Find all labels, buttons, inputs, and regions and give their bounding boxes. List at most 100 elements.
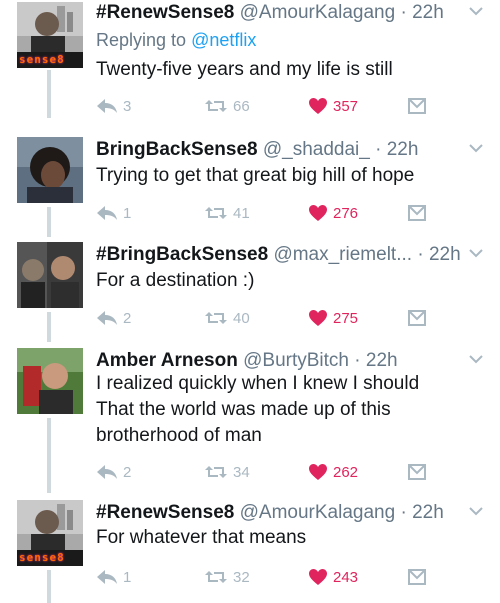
tweet-header: #RenewSense8 @AmourKalagang · 22h — [96, 502, 460, 524]
retweet-count: 34 — [233, 463, 250, 481]
handle[interactable]: @_shaddai_ — [263, 139, 370, 160]
tweet-5[interactable]: sense8 #RenewSense8 @AmourKalagang · 22h… — [0, 500, 500, 603]
avatar[interactable] — [17, 242, 83, 308]
chevron-down-icon[interactable] — [468, 504, 484, 518]
reply-button[interactable]: 1 — [96, 202, 131, 224]
tweet-text: For whatever that means — [96, 525, 480, 551]
tweet-text-line: That the world was made up of this — [96, 399, 391, 420]
tweet-header: #RenewSense8 @AmourKalagang · 22h — [96, 2, 460, 24]
display-name[interactable]: #RenewSense8 — [96, 502, 234, 523]
chevron-down-icon[interactable] — [468, 141, 484, 155]
display-name[interactable]: #RenewSense8 — [96, 2, 234, 23]
heart-icon — [309, 98, 327, 114]
heart-icon — [309, 310, 327, 326]
separator: · — [348, 350, 366, 371]
like-button[interactable]: 262 — [308, 461, 358, 483]
tweet-header: BringBackSense8 @_shaddai_ · 22h — [96, 139, 460, 161]
direct-message-button[interactable] — [408, 566, 431, 588]
reply-button[interactable]: 2 — [96, 307, 131, 329]
direct-message-button[interactable] — [408, 461, 431, 483]
avatar-sense8-logo: sense8 — [19, 53, 65, 66]
reply-icon — [97, 570, 117, 584]
tweet-text-line: For whatever that means — [96, 527, 307, 548]
tweet-text-line: For a destination :) — [96, 270, 255, 291]
tweet-header: #BringBackSense8 @max_riemelt... · 22h — [96, 244, 461, 266]
tweet-header: Amber Arneson @BurtyBitch · 22h — [96, 350, 460, 372]
like-count: 243 — [333, 568, 359, 586]
avatar[interactable] — [17, 137, 83, 203]
timestamp[interactable]: 22h — [387, 139, 419, 160]
display-name[interactable]: BringBackSense8 — [96, 139, 258, 160]
separator: · — [412, 244, 429, 265]
reply-button[interactable]: 3 — [96, 95, 131, 117]
handle[interactable]: @AmourKalagang — [240, 502, 396, 523]
timestamp[interactable]: 22h — [366, 350, 398, 371]
tweet-actions: 2 34 262 — [96, 461, 460, 483]
direct-message-icon — [408, 569, 426, 585]
reply-icon — [97, 311, 117, 325]
direct-message-icon — [408, 98, 426, 114]
retweet-button[interactable]: 32 — [204, 566, 250, 588]
direct-message-icon — [408, 310, 426, 326]
like-count: 275 — [333, 309, 359, 327]
reply-count: 3 — [123, 97, 132, 115]
tweet-2[interactable]: BringBackSense8 @_shaddai_ · 22h Trying … — [0, 137, 500, 237]
tweet-actions: 2 40 275 — [96, 307, 460, 329]
handle[interactable]: @BurtyBitch — [243, 350, 349, 371]
heart-icon — [309, 205, 327, 221]
tweet-4[interactable]: Amber Arneson @BurtyBitch · 22h I realiz… — [0, 348, 500, 493]
replying-to: Replying to @netflix — [96, 30, 256, 51]
timestamp[interactable]: 22h — [412, 2, 444, 23]
chevron-down-icon[interactable] — [468, 4, 484, 18]
handle[interactable]: @AmourKalagang — [240, 2, 396, 23]
tweet-1[interactable]: sense8 #RenewSense8 @AmourKalagang · 22h… — [0, 0, 500, 118]
retweet-button[interactable]: 40 — [204, 307, 250, 329]
direct-message-button[interactable] — [408, 307, 431, 329]
like-button[interactable]: 276 — [308, 202, 358, 224]
tweet-3[interactable]: #BringBackSense8 @max_riemelt... · 22h F… — [0, 242, 500, 342]
avatar[interactable] — [17, 348, 83, 414]
like-button[interactable]: 243 — [308, 566, 358, 588]
avatar[interactable]: sense8 — [17, 500, 83, 566]
retweet-button[interactable]: 34 — [204, 461, 250, 483]
retweet-button[interactable]: 66 — [204, 95, 250, 117]
separator: · — [369, 139, 387, 160]
retweet-button[interactable]: 41 — [204, 202, 250, 224]
direct-message-icon — [408, 205, 426, 221]
reply-button[interactable]: 1 — [96, 566, 131, 588]
handle[interactable]: @max_riemelt... — [273, 244, 412, 265]
retweet-count: 40 — [233, 309, 250, 327]
tweet-text: I realized quickly when I knew I should … — [96, 371, 480, 449]
direct-message-button[interactable] — [408, 95, 431, 117]
tweet-text-line: Trying to get that great big hill of hop… — [96, 165, 415, 186]
retweet-icon — [205, 100, 227, 112]
display-name[interactable]: #BringBackSense8 — [96, 244, 268, 265]
chevron-down-icon[interactable] — [468, 246, 484, 260]
timestamp[interactable]: 22h — [412, 502, 444, 523]
avatar-sense8-logo: sense8 — [19, 551, 65, 564]
retweet-icon — [205, 312, 227, 324]
reply-count: 1 — [123, 204, 132, 222]
retweet-count: 41 — [233, 204, 250, 222]
reply-icon — [97, 465, 117, 479]
avatar[interactable]: sense8 — [17, 2, 83, 68]
retweet-count: 32 — [233, 568, 250, 586]
reply-count: 2 — [123, 463, 132, 481]
heart-icon — [309, 569, 327, 585]
like-count: 357 — [333, 97, 359, 115]
reply-icon — [97, 206, 117, 220]
timestamp[interactable]: 22h — [429, 244, 461, 265]
display-name[interactable]: Amber Arneson — [96, 350, 238, 371]
reply-icon — [97, 99, 117, 113]
like-button[interactable]: 275 — [308, 307, 358, 329]
direct-message-button[interactable] — [408, 202, 431, 224]
chevron-down-icon[interactable] — [468, 352, 484, 366]
tweet-actions: 1 32 243 — [96, 566, 460, 588]
like-button[interactable]: 357 — [308, 95, 358, 117]
retweet-count: 66 — [233, 97, 250, 115]
tweet-text: Trying to get that great big hill of hop… — [96, 163, 480, 189]
replying-to-handle[interactable]: @netflix — [191, 30, 256, 50]
reply-button[interactable]: 2 — [96, 461, 131, 483]
tweet-text: Twenty-five years and my life is still — [96, 57, 480, 83]
like-count: 262 — [333, 463, 359, 481]
